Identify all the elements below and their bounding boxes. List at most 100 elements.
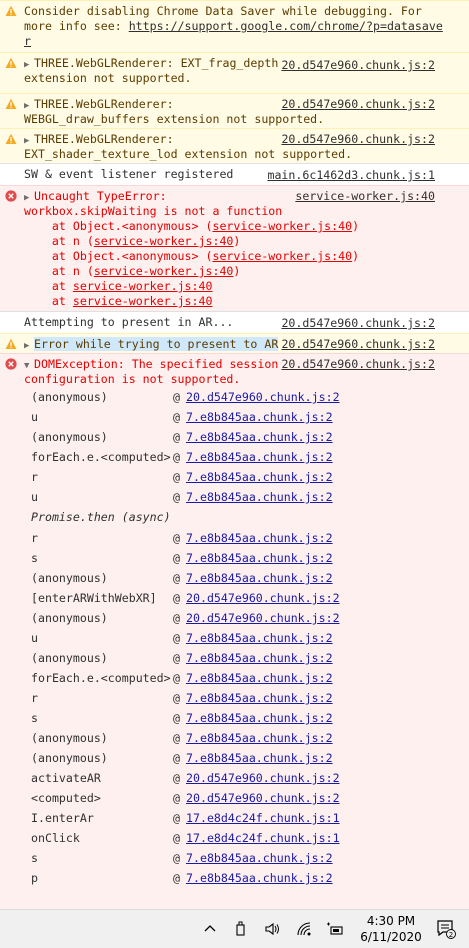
console-message-warn[interactable]: ▶ THREE.WebGLRenderer: WEBGL_draw_buffers … xyxy=(0,93,469,128)
frame-source-link[interactable]: 20.d547e960.chunk.js:2 xyxy=(186,768,340,788)
frame-function-name: (anonymous) xyxy=(31,751,108,765)
message-text: ▼ DOMException: The specified session conf… xyxy=(24,357,278,387)
stack-source-link[interactable]: service-worker.js:40 xyxy=(212,249,352,263)
frame-source-link[interactable]: 7.e8b845aa.chunk.js:2 xyxy=(186,407,333,427)
at-symbol: @ xyxy=(173,871,180,885)
stack-suffix: ) xyxy=(352,249,360,263)
console-message-warn[interactable]: ▶ THREE.WebGLRenderer: EXT_shader_texture_… xyxy=(0,128,469,163)
at-symbol: @ xyxy=(173,450,180,464)
frame-source-link[interactable]: 7.e8b845aa.chunk.js:2 xyxy=(186,708,333,728)
stack-source-link[interactable]: service-worker.js:40 xyxy=(212,219,352,233)
stack-suffix: ) xyxy=(352,219,360,233)
frame-source-link[interactable]: 20.d547e960.chunk.js:2 xyxy=(186,387,340,407)
frame-source-link[interactable]: 7.e8b845aa.chunk.js:2 xyxy=(186,487,333,507)
source-location-link[interactable]: 20.d547e960.chunk.js:2 xyxy=(281,97,435,112)
frame-source-link[interactable]: 20.d547e960.chunk.js:2 xyxy=(186,588,340,608)
system-clock[interactable]: 4:30 PM 6/11/2020 xyxy=(352,913,430,945)
at-symbol: @ xyxy=(173,410,180,424)
volume-icon[interactable] xyxy=(263,920,281,938)
message-text: ▶ Uncaught TypeError: workbox.skipWaiting … xyxy=(24,189,359,309)
frame-source-link[interactable]: 7.e8b845aa.chunk.js:2 xyxy=(186,528,333,548)
at-symbol: @ xyxy=(173,751,180,765)
frame-source-link[interactable]: 7.e8b845aa.chunk.js:2 xyxy=(186,427,333,447)
frame-function-name: activateAR xyxy=(31,771,101,785)
console-message-warn[interactable]: Consider disabling Chrome Data Saver whi… xyxy=(0,0,469,52)
console-message-info[interactable]: SW & event listener registered main.6c146… xyxy=(0,163,469,185)
at-symbol: @ xyxy=(173,691,180,705)
frame-function-name: u xyxy=(31,490,38,504)
frame-source-link[interactable]: 7.e8b845aa.chunk.js:2 xyxy=(186,467,333,487)
source-location-link[interactable]: 20.d547e960.chunk.js:2 xyxy=(281,316,435,331)
frame-source-link[interactable]: 7.e8b845aa.chunk.js:2 xyxy=(186,668,333,688)
frame-source-link[interactable]: 17.e8d4c24f.chunk.js:1 xyxy=(186,808,340,828)
stack-prefix: at Object.<anonymous> ( xyxy=(24,219,213,233)
console-message-warn[interactable]: ▶ Error while trying to present to AR 20.d… xyxy=(0,333,469,353)
error-icon xyxy=(5,190,17,202)
show-hidden-icons-chevron-icon[interactable] xyxy=(201,920,219,938)
message-line: Error while trying to present to AR xyxy=(34,337,279,351)
frame-source-link[interactable]: 7.e8b845aa.chunk.js:2 xyxy=(186,848,333,868)
console-message-error[interactable]: ▼ DOMException: The specified session conf… xyxy=(0,353,469,909)
data-saver-help-link-continued[interactable]: r xyxy=(24,34,31,48)
data-saver-help-link[interactable]: https://support.google.com/chrome/?p=dat… xyxy=(129,19,443,33)
message-line: Attempting to present in AR... xyxy=(24,315,234,329)
frame-source-link[interactable]: 20.d547e960.chunk.js:2 xyxy=(186,608,340,628)
frame-source-link[interactable]: 7.e8b845aa.chunk.js:2 xyxy=(186,628,333,648)
frame-source-link[interactable]: 7.e8b845aa.chunk.js:2 xyxy=(186,548,333,568)
usb-device-icon[interactable] xyxy=(232,920,250,938)
frame-source-link[interactable]: 7.e8b845aa.chunk.js:2 xyxy=(186,648,333,668)
at-symbol: @ xyxy=(173,711,180,725)
at-symbol: @ xyxy=(173,531,180,545)
source-location-link[interactable]: main.6c1462d3.chunk.js:1 xyxy=(267,168,435,183)
frame-function-name: (anonymous) xyxy=(31,611,108,625)
source-location-link[interactable]: 20.d547e960.chunk.js:2 xyxy=(281,357,435,372)
console-message-info[interactable]: Attempting to present in AR... 20.d547e96… xyxy=(0,311,469,333)
source-location-link[interactable]: service-worker.js:40 xyxy=(295,189,435,204)
frame-function-name: I.enterAr xyxy=(31,811,94,825)
stack-trace-line: at Object.<anonymous> (service-worker.js… xyxy=(24,249,359,264)
stack-prefix: at Object.<anonymous> ( xyxy=(24,249,213,263)
at-symbol: @ xyxy=(173,671,180,685)
message-text: ▶ THREE.WebGLRenderer: EXT_frag_depth exte… xyxy=(24,56,278,86)
frame-function-name: (anonymous) xyxy=(31,731,108,745)
frame-source-link[interactable]: 7.e8b845aa.chunk.js:2 xyxy=(186,728,333,748)
frame-source-link[interactable]: 20.d547e960.chunk.js:2 xyxy=(186,788,340,808)
message-text: ▶ THREE.WebGLRenderer: WEBGL_draw_buffers … xyxy=(24,97,324,127)
message-line: THREE.WebGLRenderer: xyxy=(34,97,174,111)
frame-function-name: (anonymous) xyxy=(31,390,108,404)
error-icon xyxy=(5,358,17,370)
source-location-link[interactable]: 20.d547e960.chunk.js:2 xyxy=(281,337,435,352)
wifi-icon[interactable] xyxy=(295,920,313,938)
at-symbol: @ xyxy=(173,591,180,605)
frame-source-link[interactable]: 7.e8b845aa.chunk.js:2 xyxy=(186,447,333,467)
frame-source-link[interactable]: 7.e8b845aa.chunk.js:2 xyxy=(186,688,333,708)
frame-function-name: (anonymous) xyxy=(31,651,108,665)
action-center-notification-icon[interactable]: 2 xyxy=(436,919,456,939)
source-location-link[interactable]: 20.d547e960.chunk.js:2 xyxy=(281,58,435,73)
message-line: THREE.WebGLRenderer: EXT_frag_depth xyxy=(34,56,279,70)
frame-function-name: u xyxy=(31,410,38,424)
stack-source-link[interactable]: service-worker.js:40 xyxy=(94,264,234,278)
at-symbol: @ xyxy=(173,571,180,585)
console-message-error[interactable]: ▶ Uncaught TypeError: workbox.skipWaiting … xyxy=(0,185,469,311)
frame-source-link[interactable]: 17.e8d4c24f.chunk.js:1 xyxy=(186,828,340,848)
stack-source-link[interactable]: service-worker.js:40 xyxy=(94,234,234,248)
frame-function-name: onClick xyxy=(31,831,80,845)
stack-source-link[interactable]: service-worker.js:40 xyxy=(73,294,213,308)
frame-function-name: (anonymous) xyxy=(31,430,108,444)
console-message-warn[interactable]: ▶ THREE.WebGLRenderer: EXT_frag_depth exte… xyxy=(0,52,469,93)
expand-triangle-icon[interactable]: ▶ xyxy=(24,339,34,354)
stack-source-link[interactable]: service-worker.js:40 xyxy=(73,279,213,293)
source-location-link[interactable]: 20.d547e960.chunk.js:2 xyxy=(281,132,435,147)
frame-function-name: <computed> xyxy=(31,791,101,805)
frame-source-link[interactable]: 7.e8b845aa.chunk.js:2 xyxy=(186,748,333,768)
at-symbol: @ xyxy=(173,851,180,865)
frame-function-name: r xyxy=(31,470,38,484)
frame-function-name: forEach.e.<computed> xyxy=(31,450,171,464)
message-text: ▶ Error while trying to present to AR xyxy=(24,337,279,354)
battery-icon[interactable] xyxy=(326,920,344,938)
frame-source-link[interactable]: 7.e8b845aa.chunk.js:2 xyxy=(186,568,333,588)
message-line: EXT_shader_texture_lod extension not sup… xyxy=(24,147,353,161)
frame-source-link[interactable]: 7.e8b845aa.chunk.js:2 xyxy=(186,868,333,888)
stack-trace-line: at n (service-worker.js:40) xyxy=(24,234,359,249)
